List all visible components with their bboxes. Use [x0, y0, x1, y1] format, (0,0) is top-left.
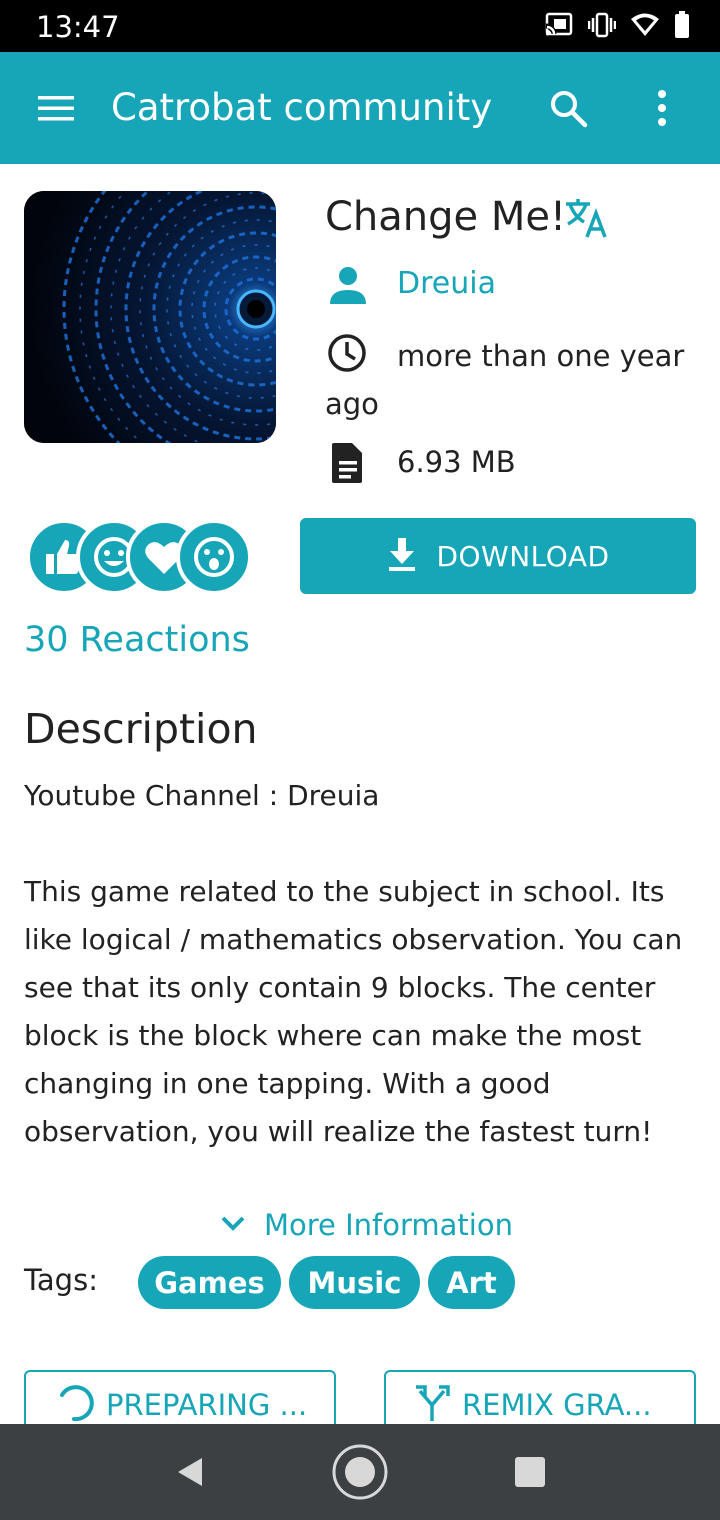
description-paragraph: Youtube Channel : Dreuia — [24, 779, 380, 812]
file-size: 6.93 MB — [397, 445, 516, 479]
tag-art[interactable]: Art — [428, 1256, 515, 1309]
wifi-icon — [630, 12, 660, 43]
more-information-toggle[interactable]: More Information — [220, 1208, 513, 1242]
loading-spinner-icon — [54, 1383, 94, 1428]
description-paragraph: This game related to the subject in scho… — [24, 875, 683, 1148]
remix-icon — [414, 1383, 450, 1428]
download-button[interactable]: DOWNLOAD — [300, 518, 696, 594]
tag-music[interactable]: Music — [289, 1256, 420, 1309]
navigation-bar — [0, 1424, 720, 1520]
remix-graph-label: REMIX GRA... — [462, 1388, 652, 1422]
translate-icon[interactable] — [563, 196, 611, 245]
search-icon[interactable] — [548, 88, 588, 133]
status-icons — [544, 11, 690, 44]
file-icon — [330, 441, 366, 490]
hamburger-menu-icon[interactable] — [36, 88, 76, 133]
status-bar: 13:47 — [0, 0, 720, 52]
person-icon — [326, 266, 370, 311]
home-icon[interactable] — [320, 1424, 400, 1520]
author-link[interactable]: Dreuia — [397, 266, 496, 301]
cast-icon — [544, 12, 574, 43]
description-heading: Description — [24, 705, 258, 753]
tag-games[interactable]: Games — [138, 1256, 281, 1309]
reactions-group[interactable] — [26, 519, 254, 597]
tags-label: Tags: — [24, 1263, 98, 1297]
status-time: 13:47 — [36, 10, 120, 44]
chevron-down-icon — [220, 1214, 246, 1237]
battery-icon — [674, 11, 690, 44]
more-information-label: More Information — [264, 1208, 513, 1242]
wow-icon[interactable] — [176, 519, 252, 595]
upload-time: more than one year ago — [325, 339, 685, 421]
project-thumbnail[interactable] — [24, 191, 276, 443]
description-body: Youtube Channel : Dreuia This game relat… — [24, 772, 696, 1156]
vibrate-icon — [587, 12, 617, 43]
back-icon[interactable] — [150, 1424, 230, 1520]
recents-icon[interactable] — [490, 1424, 570, 1520]
reactions-count[interactable]: 30 Reactions — [24, 620, 250, 660]
project-title: Change Me! — [325, 194, 567, 240]
app-title: Catrobat community — [111, 86, 493, 129]
app-bar: Catrobat community — [0, 52, 720, 164]
download-icon — [386, 536, 418, 577]
preparing-label: PREPARING ... — [106, 1388, 308, 1422]
download-label: DOWNLOAD — [436, 539, 610, 573]
more-vert-icon[interactable] — [650, 88, 674, 133]
